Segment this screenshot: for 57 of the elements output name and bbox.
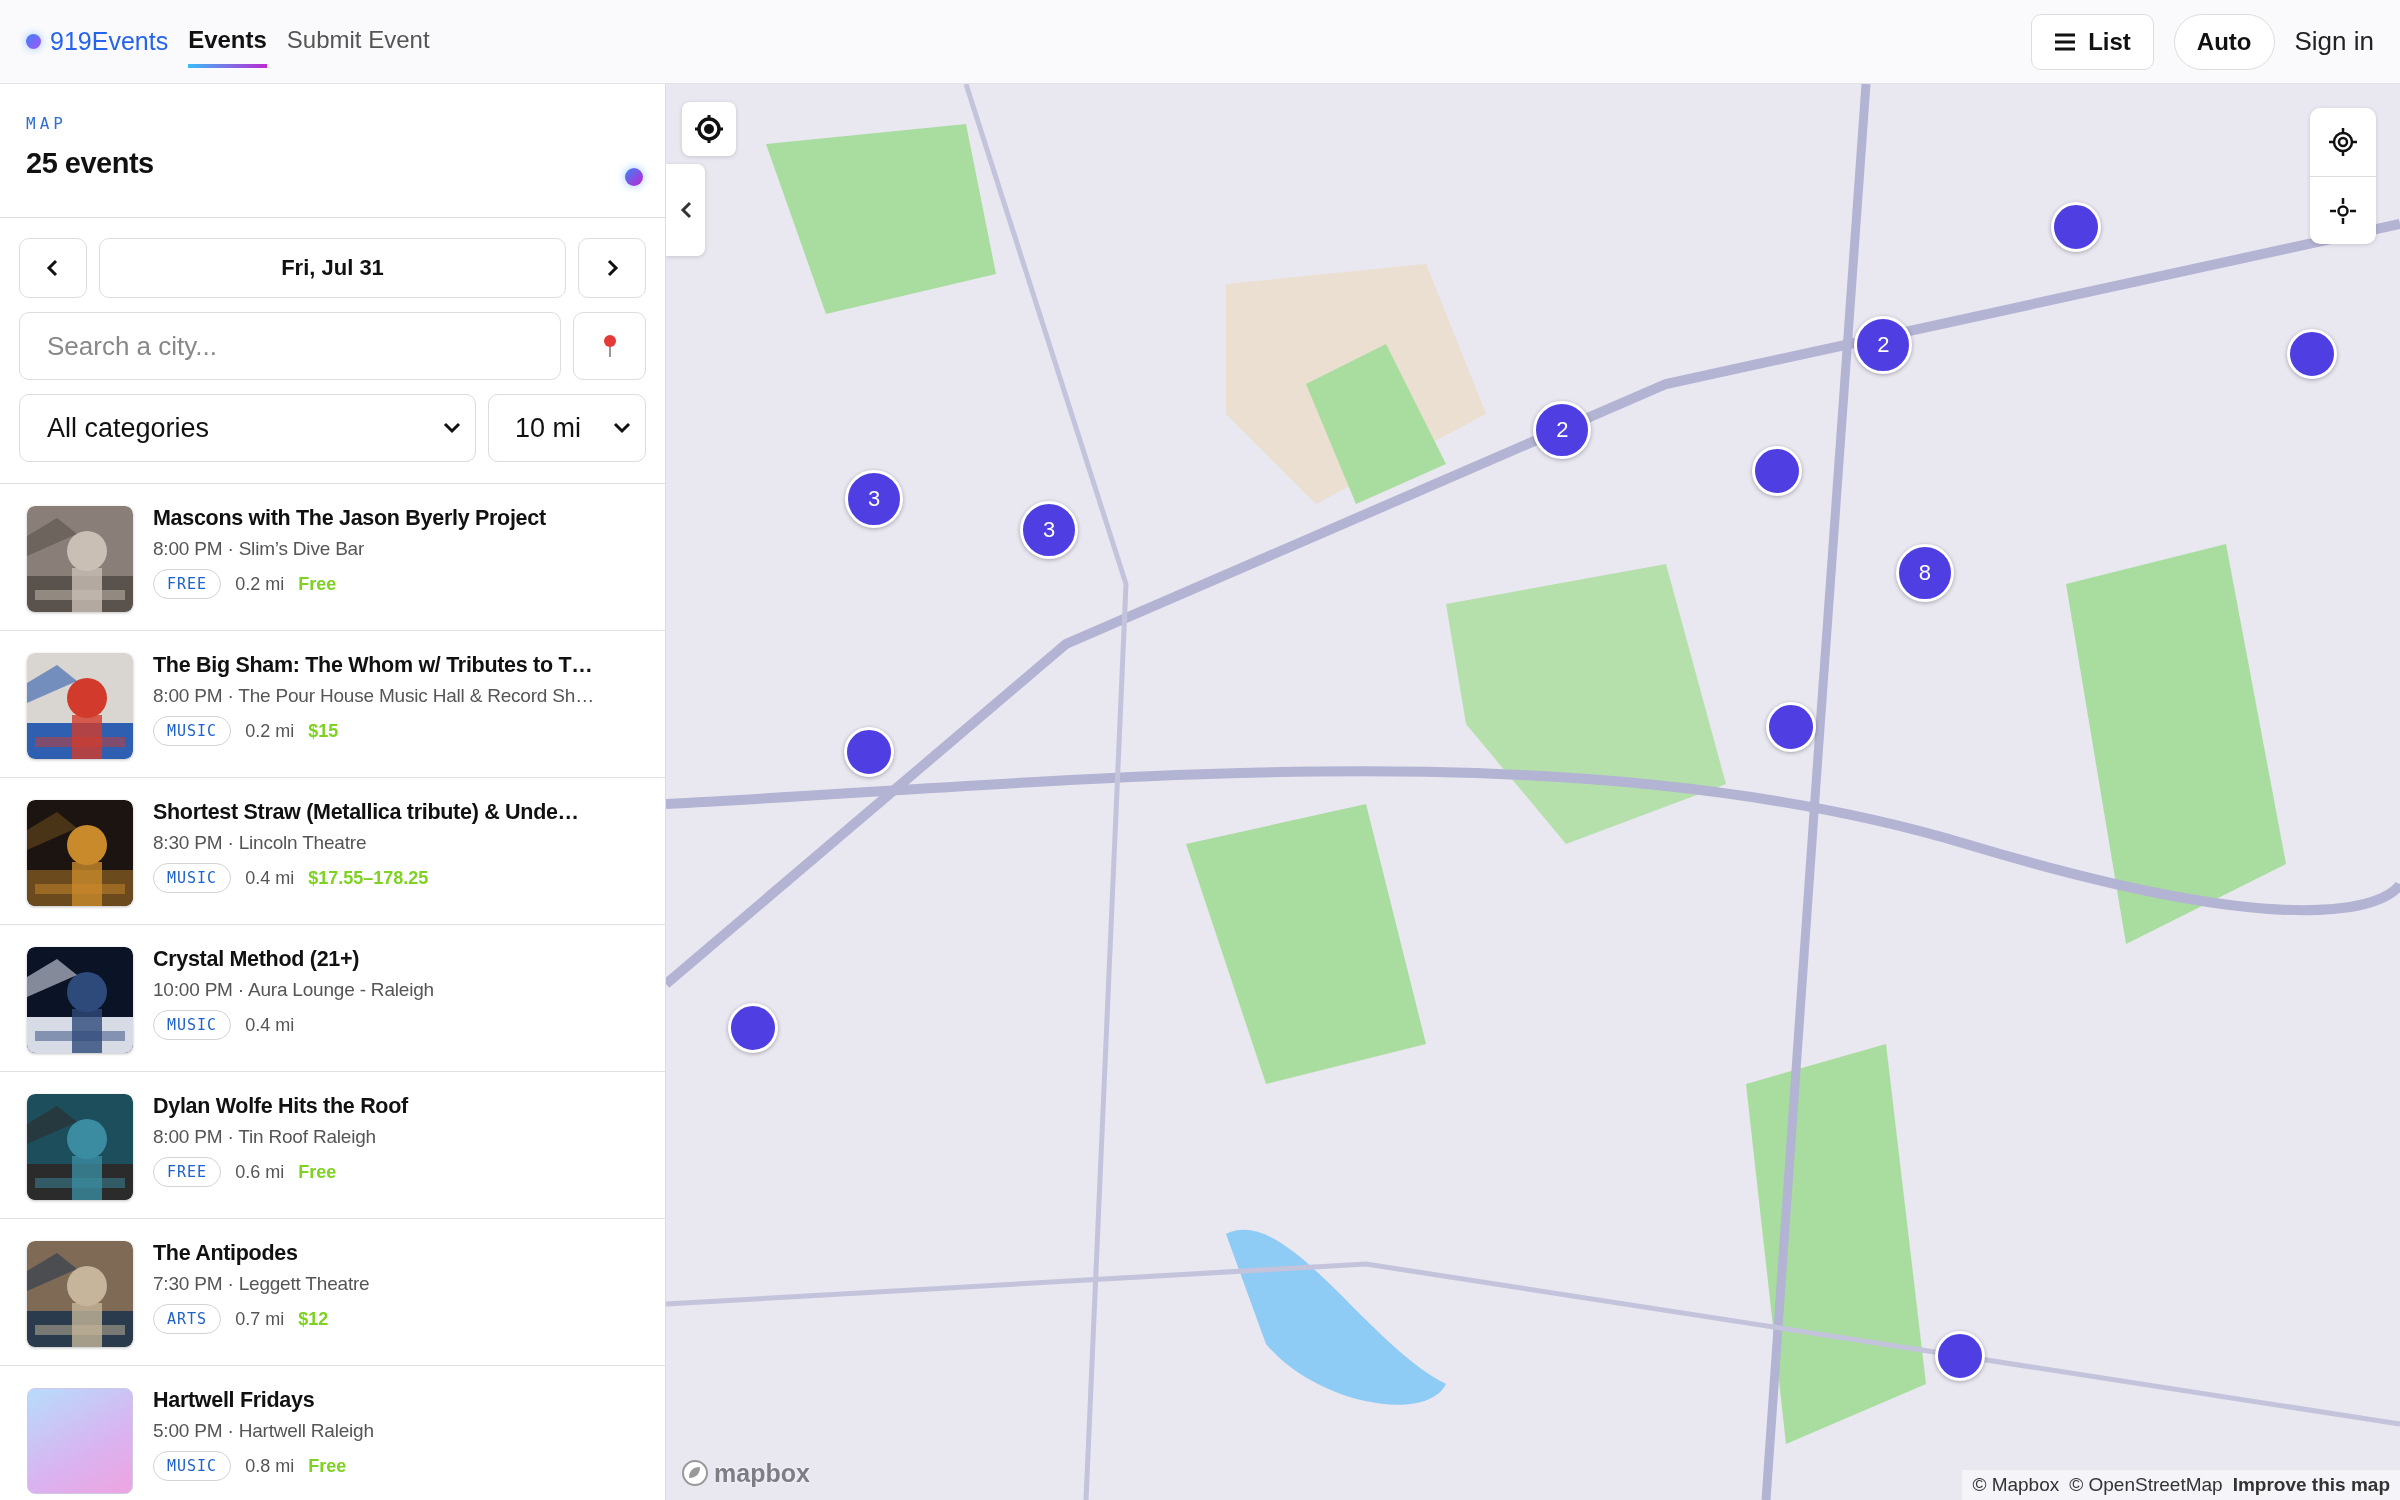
improve-map-link[interactable]: Improve this map bbox=[2232, 1474, 2390, 1496]
event-title[interactable]: Mascons with The Jason Byerly Project bbox=[153, 506, 546, 531]
city-search-field[interactable]: Search a city... bbox=[19, 312, 561, 380]
event-distance: 0.2 mi bbox=[235, 573, 285, 595]
event-distance: 0.8 mi bbox=[245, 1455, 295, 1477]
menu-icon bbox=[2054, 32, 2077, 51]
event-distance: 0.4 mi bbox=[245, 1014, 295, 1036]
event-price: $15 bbox=[308, 720, 339, 742]
locate-city-button[interactable] bbox=[573, 312, 646, 380]
chevron-left-icon bbox=[46, 258, 60, 278]
event-time-venue: 10:00 PM · Aura Lounge - Raleigh bbox=[153, 979, 434, 1001]
event-price: Free bbox=[308, 1455, 347, 1477]
list-view-button[interactable]: List bbox=[2031, 13, 2154, 70]
crosshair-icon bbox=[2328, 127, 2358, 157]
locate-button[interactable] bbox=[682, 102, 736, 156]
event-title[interactable]: The Antipodes bbox=[153, 1241, 370, 1266]
event-price: Free bbox=[298, 1161, 337, 1183]
theme-toggle-button[interactable]: Auto bbox=[2173, 13, 2275, 70]
event-time-venue: 7:30 PM · Leggett Theatre bbox=[153, 1273, 370, 1295]
event-title[interactable]: Shortest Straw (Metallica tribute) & Unde… bbox=[153, 800, 579, 825]
pin-icon bbox=[601, 334, 618, 358]
nav-tab[interactable]: Submit Event bbox=[286, 15, 430, 68]
radius-dropdown[interactable]: 10 mi bbox=[488, 394, 646, 462]
event-time-venue: 8:00 PM · The Pour House Music Hall & Record Sh… bbox=[153, 685, 594, 707]
event-count: 25 events bbox=[26, 147, 154, 180]
caret-icon bbox=[443, 422, 461, 434]
event-title[interactable]: The Big Sham: The Whom w/ Tributes to T… bbox=[153, 653, 594, 678]
date-button[interactable]: Fri, Jul 31 bbox=[99, 238, 566, 298]
event-distance: 0.2 mi bbox=[245, 720, 295, 742]
chevron-right-icon bbox=[605, 258, 619, 278]
event-time-venue: 8:30 PM · Lincoln Theatre bbox=[153, 832, 368, 854]
caret-icon bbox=[613, 422, 631, 434]
event-distance: 0.6 mi bbox=[235, 1161, 285, 1183]
crosshair-icon bbox=[2328, 195, 2358, 226]
event-title[interactable]: Crystal Method (21+) bbox=[153, 947, 434, 972]
event-distance: 0.7 mi bbox=[235, 1308, 285, 1330]
attribution-link[interactable]: © Mapbox bbox=[1972, 1474, 2060, 1496]
event-time-venue: 5:00 PM · Hartwell Raleigh bbox=[153, 1420, 374, 1442]
location-target-icon bbox=[694, 114, 724, 144]
chevron-left-icon bbox=[679, 200, 692, 220]
event-price: $17.55–178.25 bbox=[308, 867, 429, 889]
event-price: Free bbox=[298, 573, 337, 595]
event-time-venue: 8:00 PM · Slim’s Dive Bar bbox=[153, 538, 366, 560]
event-title[interactable]: Dylan Wolfe Hits the Roof bbox=[153, 1094, 408, 1119]
event-time-venue: 8:00 PM · Tin Roof Raleigh bbox=[153, 1126, 377, 1148]
logo-dot-icon bbox=[26, 34, 41, 49]
brand-link[interactable]: 919Events bbox=[26, 27, 169, 56]
event-title[interactable]: Hartwell Fridays bbox=[153, 1388, 374, 1413]
map-logo: mapbox bbox=[680, 1458, 810, 1488]
category-dropdown[interactable]: All categories bbox=[19, 394, 476, 462]
section-label: MAP bbox=[26, 114, 68, 133]
sign-in-link[interactable]: Sign in bbox=[2294, 26, 2374, 57]
attribution-link[interactable]: © OpenStreetMap bbox=[2069, 1474, 2223, 1496]
nav-tab[interactable]: Events bbox=[188, 15, 267, 68]
status-dot-icon bbox=[625, 168, 643, 186]
event-price: $12 bbox=[298, 1308, 329, 1330]
event-distance: 0.4 mi bbox=[245, 867, 295, 889]
